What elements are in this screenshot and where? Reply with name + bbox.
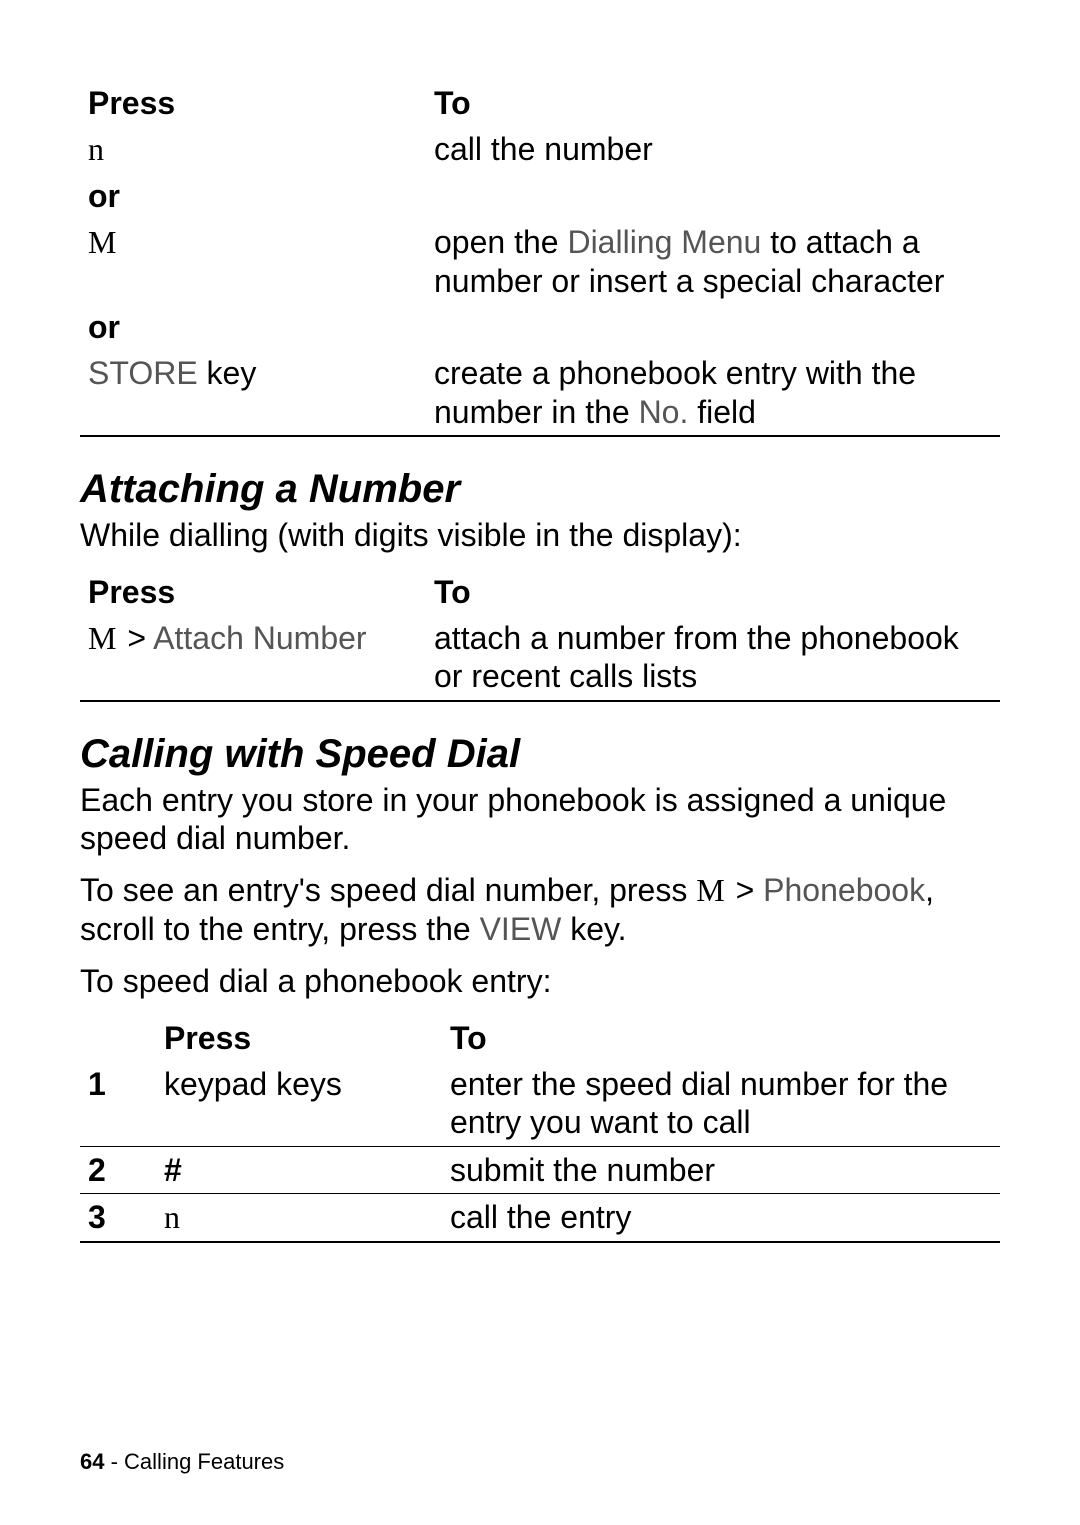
p-speed-2: To see an entry's speed dial number, pre…	[80, 871, 1000, 948]
t1-key-m: M	[80, 219, 426, 304]
t1-key-n: n	[80, 126, 426, 172]
t1-to-m-a: open the	[434, 224, 567, 260]
t1-to-m-b: Dialling Menu	[567, 224, 761, 260]
t2-header-to: To	[426, 569, 1000, 615]
t2-key-c: Attach Number	[153, 620, 366, 656]
p-speed-1: Each entry you store in your phonebook i…	[80, 781, 1000, 858]
p2c: >	[727, 872, 763, 908]
heading-attaching: Attaching a Number	[80, 467, 1000, 512]
footer-sep: -	[104, 1449, 124, 1474]
t1-header-to: To	[426, 80, 1000, 126]
t3-r3-n: 3	[80, 1194, 156, 1242]
t3-r2-to: submit the number	[442, 1146, 1000, 1193]
p2a: To see an entry's speed dial number, pre…	[80, 872, 696, 908]
t3-r2-n: 2	[80, 1146, 156, 1193]
press-to-table-2: Press To M > Attach Number attach a numb…	[80, 569, 1000, 702]
t3-header-press: Press	[156, 1015, 442, 1061]
t3-r3-press: n	[156, 1194, 442, 1242]
p2f: VIEW	[480, 911, 562, 947]
t1-to-store-c: field	[688, 394, 756, 430]
t3-r1-n: 1	[80, 1061, 156, 1146]
t1-to-store: create a phonebook entry with the number…	[426, 350, 1000, 436]
manual-page: Press To n call the number or M open the…	[0, 0, 1080, 1525]
p2d: Phonebook	[763, 872, 925, 908]
p2b: M	[696, 872, 726, 908]
t1-to-n: call the number	[426, 126, 1000, 172]
p-speed-3: To speed dial a phonebook entry:	[80, 962, 1000, 1000]
t1-or1: or	[80, 173, 426, 219]
press-to-table-1: Press To n call the number or M open the…	[80, 80, 1000, 437]
t2-to: attach a number from the phonebook or re…	[426, 615, 1000, 701]
footer-section: Calling Features	[124, 1449, 284, 1474]
t3-header-to: To	[442, 1015, 1000, 1061]
t2-key-b: >	[127, 620, 153, 656]
t1-key-store-b: key	[198, 355, 257, 391]
t1-or2: or	[80, 304, 426, 350]
heading-speeddial: Calling with Speed Dial	[80, 732, 1000, 777]
press-to-table-3: Press To 1 keypad keys enter the speed d…	[80, 1015, 1000, 1243]
p-attaching-intro: While dialling (with digits visible in t…	[80, 516, 1000, 554]
t3-r1-to: enter the speed dial number for the entr…	[442, 1061, 1000, 1146]
t1-header-press: Press	[80, 80, 426, 126]
t2-key-a: M	[88, 620, 118, 656]
t1-to-store-b: No.	[639, 394, 689, 430]
t1-to-m: open the Dialling Menu to attach a numbe…	[426, 219, 1000, 304]
t2-key: M > Attach Number	[80, 615, 426, 701]
page-footer: 64 - Calling Features	[80, 1449, 284, 1475]
t3-r3-to: call the entry	[442, 1194, 1000, 1242]
t3-r2-press: #	[156, 1146, 442, 1193]
t1-key-store: STORE key	[80, 350, 426, 436]
footer-page: 64	[80, 1449, 104, 1474]
t3-r1-press: keypad keys	[156, 1061, 442, 1146]
t1-key-store-a: STORE	[88, 355, 198, 391]
t2-header-press: Press	[80, 569, 426, 615]
p2g: key.	[561, 911, 626, 947]
